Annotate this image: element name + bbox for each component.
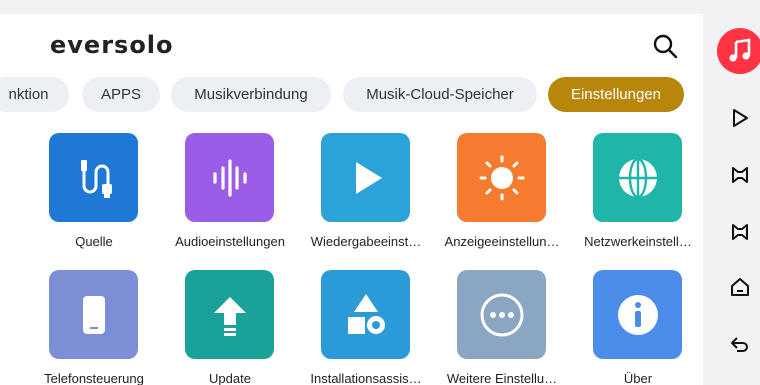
tab-musikverbindung[interactable]: Musikverbindung [171,77,331,112]
netzwerk-label: Netzwerkeinstell… [584,234,692,249]
quelle-tile[interactable] [49,133,138,222]
audio-tile[interactable] [185,133,274,222]
more-dots-icon [480,293,523,336]
cable-icon [80,159,112,198]
mirror-icon[interactable] [729,164,751,186]
music-note-icon[interactable] [717,28,760,74]
update-tile[interactable] [185,270,274,359]
info-icon [617,294,658,335]
tab-apps[interactable]: APPS [82,77,160,112]
ueber-label: Über [623,371,653,385]
brand-logo: eversolo [50,31,174,59]
netzwerk-tile[interactable] [593,133,682,222]
mirror-icon[interactable] [729,221,751,243]
telefon-tile[interactable] [49,270,138,359]
waveform-icon [212,158,247,197]
play-icon [355,161,382,194]
weitere-label: Weitere Einstellu… [446,371,558,385]
main-panel: eversolo nktion APPS Musikverbindung Mus… [0,14,703,385]
quelle-label: Quelle [75,234,113,249]
anzeige-label: Anzeigeeinstellun… [444,234,560,249]
telefon-label: Telefonsteuerung [44,371,144,385]
back-icon[interactable] [729,333,751,355]
audio-label: Audioeinstellungen [175,234,285,249]
tab-musik-cloud-speicher[interactable]: Musik-Cloud-Speicher [343,77,537,112]
upload-arrow-icon [213,296,246,336]
installation-tile[interactable] [321,270,410,359]
ueber-tile[interactable] [593,270,682,359]
phone-icon [82,295,105,334]
weitere-tile[interactable] [457,270,546,359]
shapes-icon [347,293,385,334]
play-outline-icon[interactable] [729,107,751,129]
home-icon[interactable] [729,276,751,298]
tab-einstellungen[interactable]: Einstellungen [548,77,684,112]
installation-label: Installationsassis… [310,371,422,385]
tab-funktion[interactable]: nktion [0,77,69,112]
globe-icon [618,157,657,198]
update-label: Update [209,371,251,385]
wiedergabe-label: Wiedergabeeinst… [310,234,422,249]
tab-bar: nktion APPS Musikverbindung Musik-Cloud-… [0,77,703,112]
anzeige-tile[interactable] [457,133,546,222]
search-icon[interactable] [652,33,678,59]
wiedergabe-tile[interactable] [321,133,410,222]
sun-icon [479,155,524,200]
